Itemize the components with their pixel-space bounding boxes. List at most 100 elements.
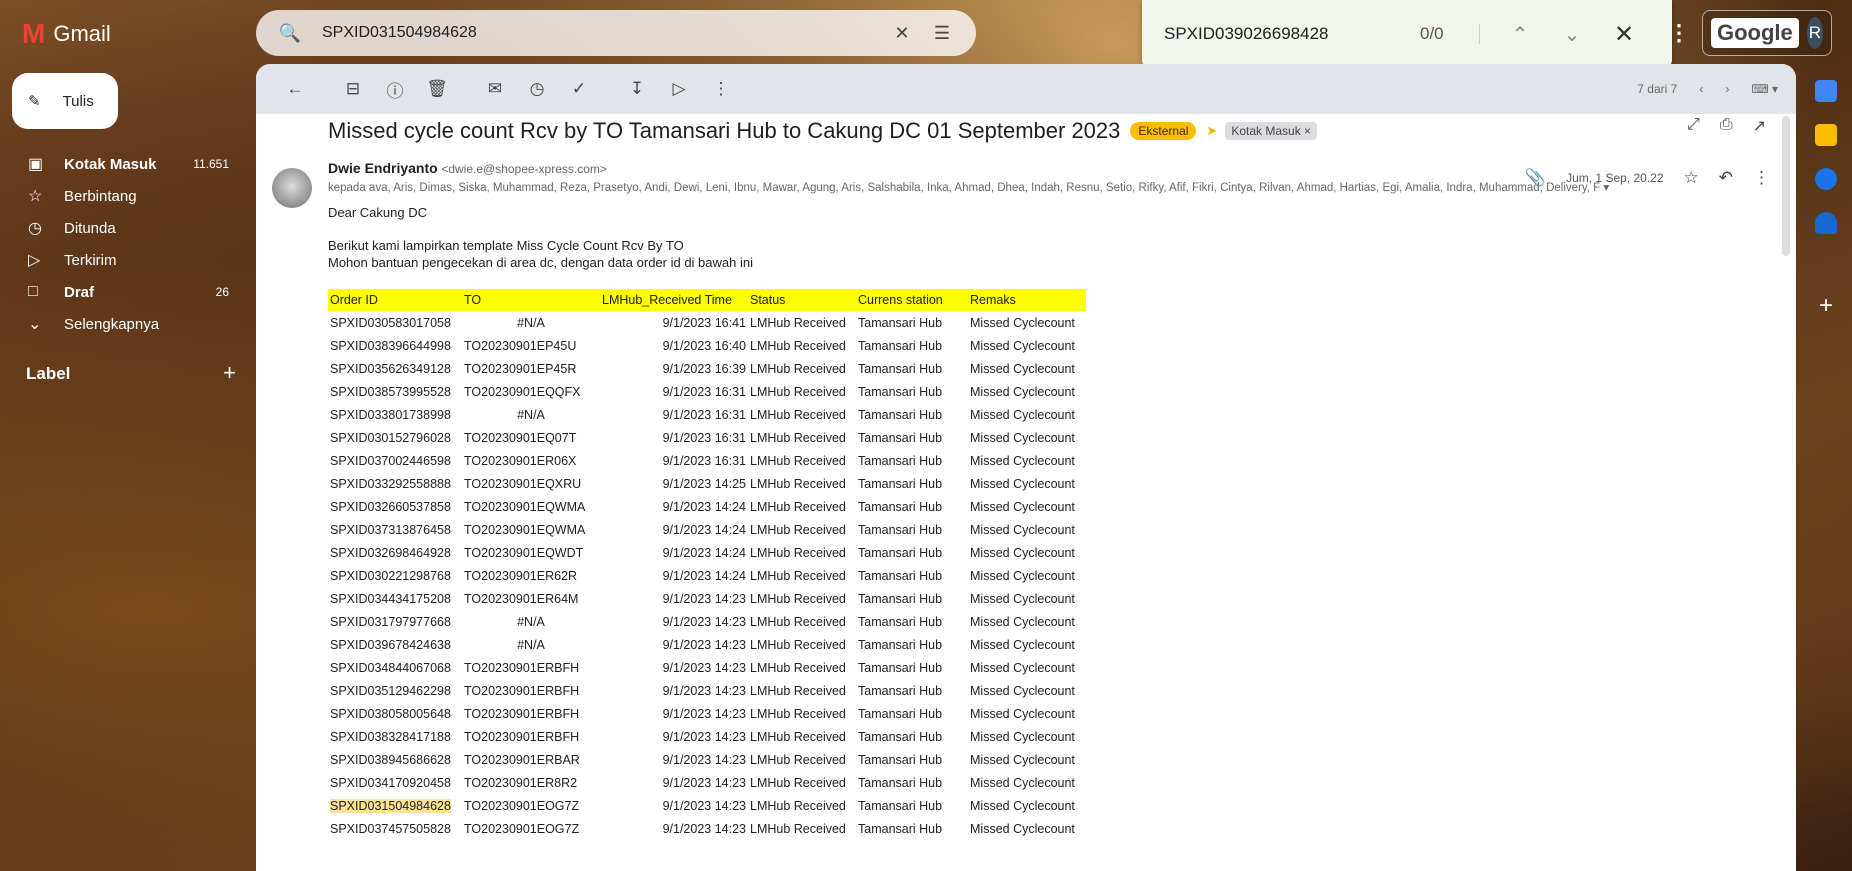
older-icon[interactable]: ›: [1725, 82, 1729, 96]
archive-icon[interactable]: ⊟: [332, 79, 374, 99]
mark-unread-icon[interactable]: ✉: [474, 79, 516, 99]
gmail-logo[interactable]: M Gmail: [22, 18, 111, 50]
find-prev-icon[interactable]: ⌃: [1494, 22, 1546, 47]
table-cell: Missed Cyclecount: [970, 545, 1075, 560]
table-cell: Tamansari Hub: [858, 568, 943, 583]
table-cell: 9/1/2023 16:31: [662, 453, 746, 468]
find-input[interactable]: SPXID039026698428: [1164, 24, 1420, 44]
message-more-icon[interactable]: ⋮: [1753, 168, 1770, 188]
table-cell: Tamansari Hub: [858, 729, 943, 744]
sidebar-item-sent[interactable]: ▷ Terkirim: [0, 244, 245, 276]
add-task-icon[interactable]: ✓: [558, 79, 600, 99]
table-cell: 9/1/2023 14:23: [662, 752, 746, 767]
table-cell: LMHub Received: [750, 752, 846, 767]
table-cell: Tamansari Hub: [858, 315, 943, 330]
table-cell: Tamansari Hub: [858, 591, 943, 606]
table-cell: SPXID037313876458: [330, 522, 451, 537]
table-cell: Tamansari Hub: [858, 338, 943, 353]
importance-marker-icon[interactable]: ➤: [1206, 123, 1217, 139]
search-input[interactable]: SPXID031504984628: [322, 24, 882, 42]
account-area[interactable]: Google R: [1702, 10, 1832, 56]
apps-menu-icon[interactable]: ⋮: [1668, 20, 1690, 46]
scrollbar[interactable]: [1782, 116, 1790, 256]
back-icon[interactable]: ←: [274, 79, 316, 99]
sidebar-item-label: Terkirim: [64, 251, 117, 269]
table-cell: SPXID037457505828: [330, 821, 451, 836]
external-tag: Eksternal: [1130, 122, 1197, 140]
sidebar-item-label: Ditunda: [64, 219, 116, 237]
sidebar-item-starred[interactable]: ☆ Berbintang: [0, 180, 245, 212]
search-options-icon[interactable]: ☰: [922, 23, 962, 44]
compose-button[interactable]: ✎ Tulis: [12, 73, 118, 129]
table-cell: TO20230901ERBFH: [464, 660, 580, 675]
table-cell: Tamansari Hub: [858, 614, 943, 629]
label-icon[interactable]: ▷: [658, 79, 700, 99]
table-cell: Missed Cyclecount: [970, 775, 1075, 790]
sidebar-item-drafts[interactable]: □ Draf 26: [0, 276, 245, 308]
sender-avatar[interactable]: [272, 168, 312, 208]
table-row: SPXID031504984628 TO20230901EOG7Z 9/1/2023…: [328, 794, 1086, 817]
newer-icon[interactable]: ‹: [1699, 82, 1703, 96]
table-cell: Missed Cyclecount: [970, 499, 1075, 514]
sidebar-item-snoozed[interactable]: ◷ Ditunda: [0, 212, 245, 244]
star-icon: ☆: [28, 188, 43, 205]
search-bar[interactable]: 🔍 SPXID031504984628 ✕ ☰: [256, 10, 976, 56]
table-cell: Missed Cyclecount: [970, 361, 1075, 376]
move-to-icon[interactable]: ↧: [616, 79, 658, 99]
keyboard-icon[interactable]: ⌨ ▾: [1751, 82, 1778, 96]
table-cell: SPXID038328417188: [330, 729, 451, 744]
recipients-line[interactable]: kepada ava, Aris, Dimas, Siska, Muhammad…: [328, 180, 1718, 194]
clock-icon: ◷: [28, 220, 42, 237]
table-cell: Missed Cyclecount: [970, 338, 1075, 353]
print-icon[interactable]: ⎙: [1720, 116, 1733, 136]
delete-icon[interactable]: 🗑: [416, 79, 458, 99]
search-icon[interactable]: 🔍: [270, 23, 310, 44]
table-cell: TO20230901ER62R: [464, 568, 578, 583]
table-cell: Missed Cyclecount: [970, 729, 1075, 744]
table-cell: SPXID033801738998: [330, 407, 451, 422]
more-options-icon[interactable]: ⋮: [700, 79, 742, 99]
table-cell: Missed Cyclecount: [970, 407, 1075, 422]
find-close-icon[interactable]: ✕: [1598, 20, 1650, 49]
find-count: 0/0: [1420, 24, 1480, 44]
table-cell: LMHub Received: [750, 407, 846, 422]
table-cell: #N/A: [517, 614, 545, 629]
sidebar-item-more[interactable]: ⌄ Selengkapnya: [0, 308, 245, 340]
column-header: Remaks: [968, 289, 1086, 311]
snooze-icon[interactable]: ◷: [516, 79, 558, 99]
avatar[interactable]: R: [1806, 17, 1823, 49]
table-cell: SPXID038396644998: [330, 338, 451, 353]
send-icon: ▷: [28, 252, 41, 269]
table-cell: #N/A: [517, 315, 545, 330]
keep-icon[interactable]: [1815, 124, 1837, 146]
table-cell: TO20230901EP45U: [464, 338, 577, 353]
table-cell: 9/1/2023 14:23: [662, 798, 746, 813]
draft-icon: □: [28, 283, 38, 300]
table-cell: 9/1/2023 16:41: [662, 315, 746, 330]
calendar-icon[interactable]: [1815, 80, 1837, 102]
sender-name[interactable]: Dwie Endriyanto: [328, 160, 438, 176]
order-table: Order ID TO LMHub_Received Time Status Curre…: [328, 289, 1086, 840]
find-next-icon[interactable]: ⌄: [1546, 22, 1598, 47]
clear-search-icon[interactable]: ✕: [882, 23, 922, 44]
google-logo: Google: [1711, 18, 1799, 48]
sidebar-item-count: 11.651: [193, 157, 229, 171]
table-cell: SPXID038058005648: [330, 706, 451, 721]
message-meta: 📎 Jum, 1 Sep, 20.22 ☆ ↶ ⋮: [1525, 168, 1770, 188]
add-label-icon[interactable]: +: [223, 360, 236, 386]
body-line-1: Berikut kami lampirkan template Miss Cyc…: [328, 238, 684, 253]
contacts-icon[interactable]: [1815, 212, 1837, 234]
get-addons-icon[interactable]: +: [1819, 292, 1833, 320]
table-cell: LMHub Received: [750, 315, 846, 330]
collapse-all-icon[interactable]: ⤢: [1687, 116, 1700, 136]
inbox-label-chip[interactable]: Kotak Masuk ×: [1225, 122, 1318, 140]
open-new-window-icon[interactable]: ↗: [1753, 116, 1766, 136]
star-icon[interactable]: ☆: [1684, 168, 1699, 188]
table-cell: SPXID037002446598: [330, 453, 451, 468]
tasks-icon[interactable]: [1815, 168, 1837, 190]
sidebar-item-inbox[interactable]: ▣ Kotak Masuk 11.651: [0, 148, 245, 180]
report-spam-icon[interactable]: ⓘ: [374, 77, 416, 102]
reply-icon[interactable]: ↶: [1719, 168, 1733, 188]
table-cell: Missed Cyclecount: [970, 821, 1075, 836]
table-cell: Tamansari Hub: [858, 821, 943, 836]
